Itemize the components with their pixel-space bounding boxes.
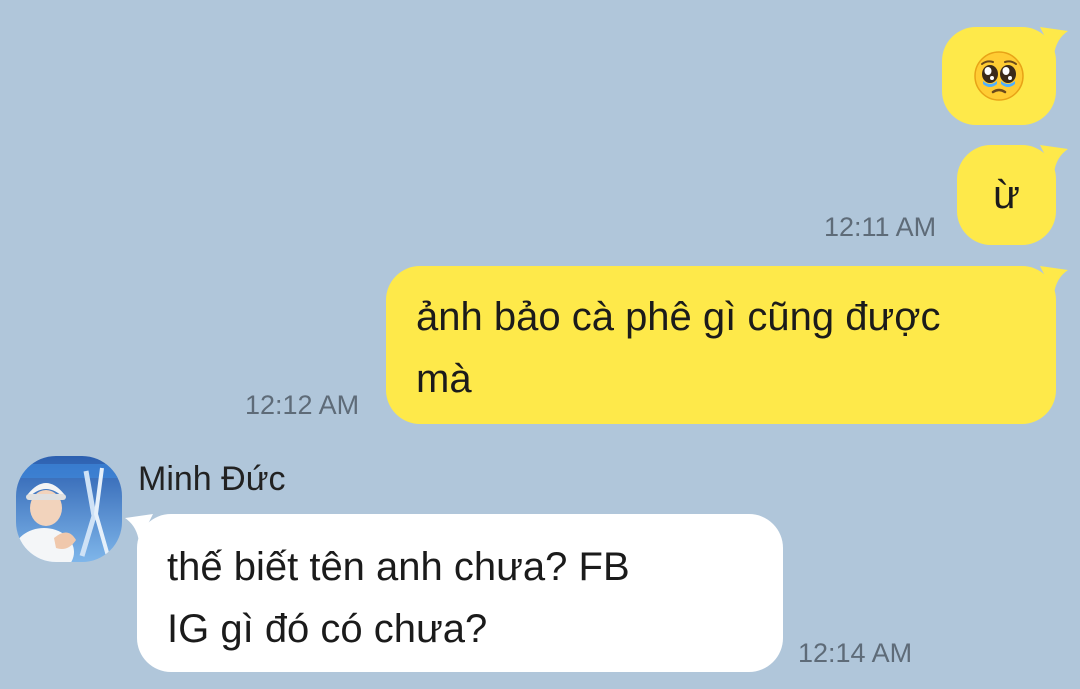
pleading-face-emoji <box>973 50 1025 102</box>
message-time: 12:11 AM <box>824 212 937 242</box>
bubble-tail <box>1040 266 1068 294</box>
message-bubble-mine[interactable]: 🥺 <box>942 27 1068 125</box>
message-time: 12:12 AM <box>245 390 360 420</box>
profile-photo-icon <box>16 456 122 562</box>
sender-name: Minh Đức <box>138 460 286 498</box>
bubble-tail <box>125 514 153 542</box>
message-text: thế biết tên anh chưa? FB IG gì đó có ch… <box>167 545 630 651</box>
message-bubble-theirs[interactable]: thế biết tên anh chưa? FB IG gì đó có ch… <box>125 514 783 672</box>
chat-screen: { "messages": [ {"id": "m1", "sender": "… <box>0 0 1080 689</box>
bubble-tail <box>1040 145 1068 173</box>
contact-avatar[interactable] <box>16 456 122 562</box>
bubble-tail <box>1040 27 1068 55</box>
message-text: ảnh bảo cà phê gì cũng được mà <box>416 295 941 401</box>
message-bubble-mine[interactable]: ảnh bảo cà phê gì cũng được mà <box>386 266 1068 424</box>
message-bubble-mine[interactable]: ừ <box>957 145 1068 245</box>
message-time: 12:14 AM <box>798 638 913 668</box>
message-text: ừ <box>993 173 1020 217</box>
